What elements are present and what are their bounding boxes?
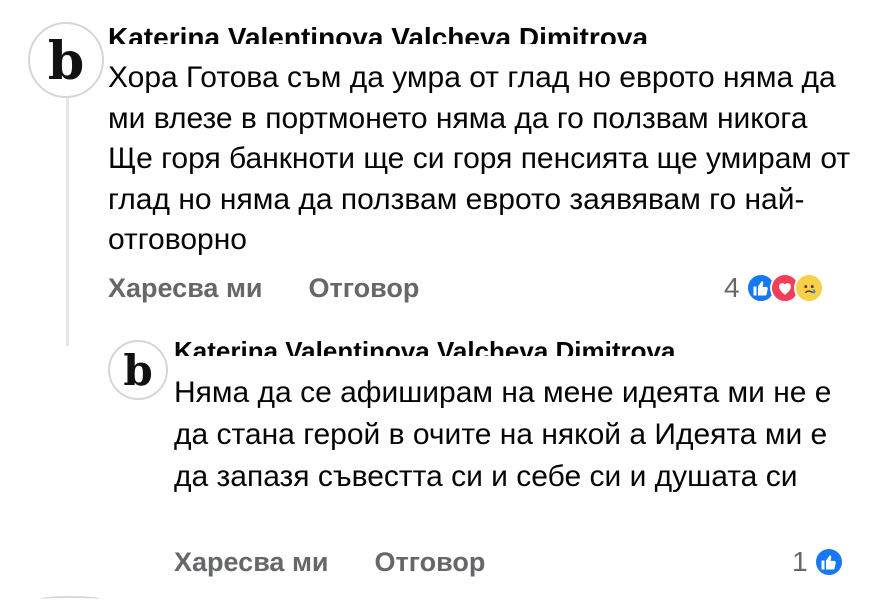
like-icon — [813, 547, 844, 577]
like-button[interactable]: Харесва ми — [108, 273, 263, 304]
reaction-count: 1 — [792, 546, 808, 577]
avatar-letter: b — [47, 31, 85, 92]
reply-button[interactable]: Отговор — [375, 547, 486, 578]
reaction-summary[interactable]: 1 — [792, 544, 844, 580]
sad-icon — [793, 273, 824, 303]
comment-actions: Харесва ми Отговор — [108, 270, 419, 306]
comment-author[interactable]: Katerina Valentinova Valcheva Dimitrova — [174, 330, 734, 356]
comment-text: Хора Готова съм да умра от глад но еврот… — [108, 61, 851, 256]
avatar-letter: b — [123, 346, 153, 395]
avatar[interactable]: b — [108, 340, 168, 400]
avatar[interactable]: b — [28, 22, 104, 98]
reply-button[interactable]: Отговор — [309, 273, 420, 304]
reaction-summary[interactable]: 4 — [724, 270, 824, 306]
comment-author[interactable]: Katerina Valentinova Valcheva Dimitrova — [108, 16, 668, 44]
comment-text: Няма да се афиширам на мене идеята ми не… — [174, 376, 832, 493]
reaction-count: 4 — [724, 272, 740, 303]
like-button[interactable]: Харесва ми — [174, 547, 329, 578]
comment-actions: Харесва ми Отговор — [174, 544, 485, 580]
thread-line — [66, 96, 69, 346]
next-comment-edge — [40, 596, 100, 602]
